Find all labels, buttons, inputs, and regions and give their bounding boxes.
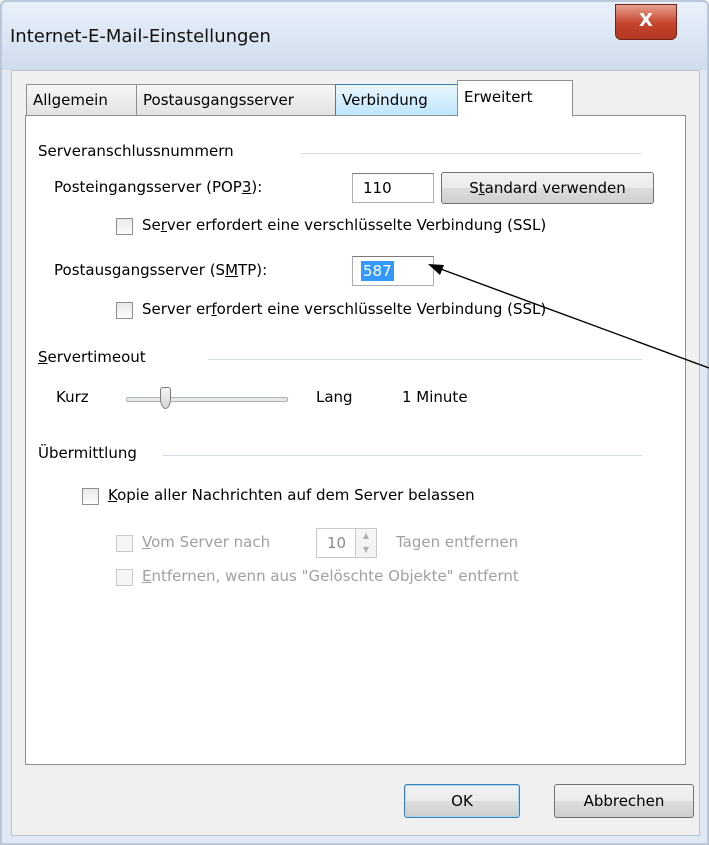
tab-erweitert[interactable]: Erweitert <box>457 80 573 117</box>
remove-deleted-checkbox[interactable] <box>116 569 133 586</box>
tab-label: Allgemein <box>33 91 108 109</box>
days-input[interactable]: 10 <box>316 528 356 558</box>
pop3-ssl-checkbox[interactable] <box>116 218 133 235</box>
group-divider <box>208 359 642 361</box>
tab-label: Erweitert <box>464 88 533 106</box>
spin-down-icon[interactable]: ▼ <box>356 543 376 557</box>
tab-verbindung[interactable]: Verbindung <box>335 84 458 115</box>
standard-button[interactable]: Standard verwenden <box>441 172 654 204</box>
ok-label: OK <box>451 792 473 810</box>
remove-after-checkbox[interactable] <box>116 535 133 552</box>
pop3-ssl-label: Server erfordert eine verschlüsselte Ver… <box>142 216 547 234</box>
spin-up-icon[interactable]: ▲ <box>356 529 376 543</box>
timeout-value: 1 Minute <box>402 388 468 406</box>
ok-button[interactable]: OK <box>404 784 520 818</box>
cancel-button[interactable]: Abbrechen <box>554 784 694 818</box>
timeout-long-label: Lang <box>316 388 353 406</box>
keep-copy-label: Kopie aller Nachrichten auf dem Server b… <box>108 486 475 504</box>
keep-copy-checkbox[interactable] <box>82 488 99 505</box>
window-title: Internet-E-Mail-Einstellungen <box>10 26 271 47</box>
group-heading-ports: Serveranschlussnummern <box>38 142 234 160</box>
cancel-label: Abbrechen <box>583 792 665 810</box>
tab-label: Postausgangsserver <box>143 91 294 109</box>
pop3-label: Posteingangsserver (POP3): <box>54 178 263 196</box>
group-divider <box>300 153 642 155</box>
tab-label: Verbindung <box>342 91 428 109</box>
group-heading-timeout: Servertimeout <box>38 348 146 366</box>
tab-postausgangsserver[interactable]: Postausgangsserver <box>136 84 336 115</box>
pop3-port-input[interactable]: 110 <box>352 173 434 203</box>
timeout-slider-track[interactable] <box>126 397 288 402</box>
timeout-slider-thumb[interactable] <box>160 387 171 409</box>
tab-allgemein[interactable]: Allgemein <box>26 84 137 115</box>
group-heading-delivery: Übermittlung <box>38 444 137 462</box>
remove-after-label: Vom Server nach <box>142 533 271 551</box>
group-divider <box>162 455 642 457</box>
smtp-port-input[interactable]: 587 <box>352 256 434 286</box>
smtp-ssl-label: Server erfordert eine verschlüsselte Ver… <box>142 300 547 318</box>
remove-deleted-label: Entfernen, wenn aus "Gelöschte Objekte" … <box>142 567 519 585</box>
days-spinner[interactable]: ▲ ▼ <box>355 528 377 558</box>
days-suffix-label: Tagen entfernen <box>396 533 519 551</box>
tab-panel-erweitert: Serveranschlussnummern Posteingangsserve… <box>25 115 686 765</box>
close-button[interactable]: X <box>615 4 677 40</box>
smtp-label: Postausgangsserver (SMTP): <box>54 261 268 279</box>
smtp-ssl-checkbox[interactable] <box>116 302 133 319</box>
close-icon: X <box>639 10 653 31</box>
title-bar[interactable]: Internet-E-Mail-Einstellungen X <box>2 2 707 70</box>
timeout-short-label: Kurz <box>56 388 89 406</box>
